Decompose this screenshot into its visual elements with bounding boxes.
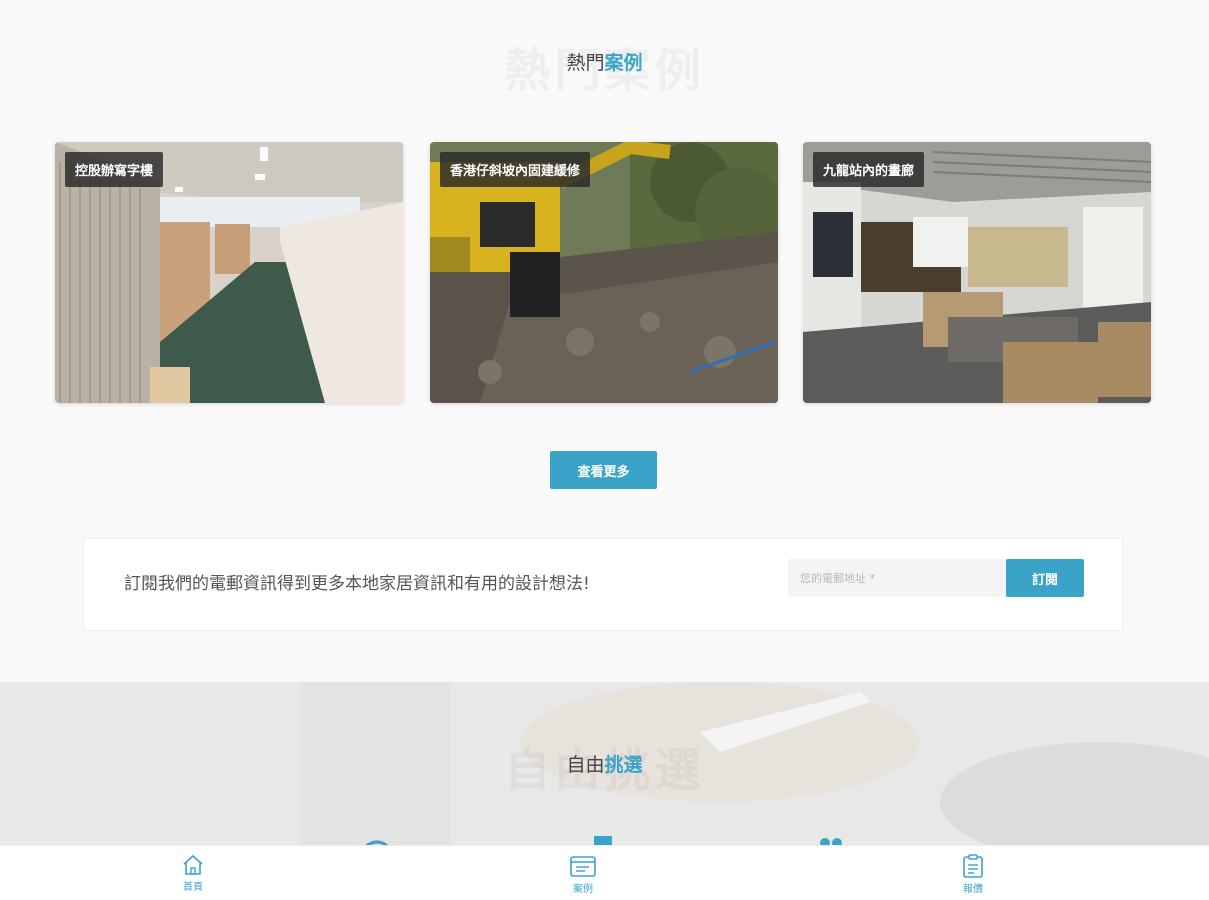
case-card-slope[interactable]: 香港仔斜坡內固建緩修	[430, 142, 778, 403]
quote-icon	[963, 854, 983, 878]
hot-cases-title-accent: 案例	[604, 52, 643, 74]
case-label: 控股辦寫字樓	[65, 152, 164, 187]
subscribe-text: 訂閱我們的電郵資訊得到更多本地家居資訊和有用的設計想法!	[124, 574, 590, 594]
cases-icon	[570, 856, 596, 877]
hot-cases-title: 熱門案例	[0, 48, 1209, 75]
email-input[interactable]	[788, 559, 1006, 597]
hot-cases-title-plain: 熱門	[566, 52, 605, 74]
subscribe-box: 訂閱我們的電郵資訊得到更多本地家居資訊和有用的設計想法! 訂閱	[83, 538, 1123, 631]
case-label: 香港仔斜坡內固建緩修	[440, 152, 591, 187]
nav-item-home[interactable]: 首頁	[163, 853, 223, 893]
case-label: 九龍站內的畫廊	[813, 152, 925, 187]
nav-item-quote[interactable]: 報價	[943, 853, 1003, 895]
subscribe-button[interactable]: 訂閱	[1006, 559, 1084, 597]
home-icon	[183, 854, 203, 875]
choose-title-plain: 自由	[566, 754, 605, 776]
bottom-nav: 首頁 案例 報價	[0, 845, 1209, 900]
case-card-gallery[interactable]: 九龍站內的畫廊	[803, 142, 1151, 403]
choose-heading: 自由挑選 自由挑選	[0, 726, 1209, 797]
hot-cases-heading: 熱門案例 熱門案例	[0, 34, 1209, 97]
nav-label-cases: 案例	[573, 884, 593, 895]
choose-title: 自由挑選	[0, 750, 1209, 777]
nav-label-home: 首頁	[183, 882, 203, 893]
nav-item-cases[interactable]: 案例	[553, 853, 613, 895]
case-card-office[interactable]: 控股辦寫字樓	[55, 142, 403, 403]
nav-label-quote: 報價	[963, 884, 983, 895]
choose-title-accent: 挑選	[604, 754, 643, 776]
choose-section: 自由挑選 自由挑選	[0, 682, 1209, 852]
view-more-button[interactable]: 查看更多	[550, 451, 657, 489]
